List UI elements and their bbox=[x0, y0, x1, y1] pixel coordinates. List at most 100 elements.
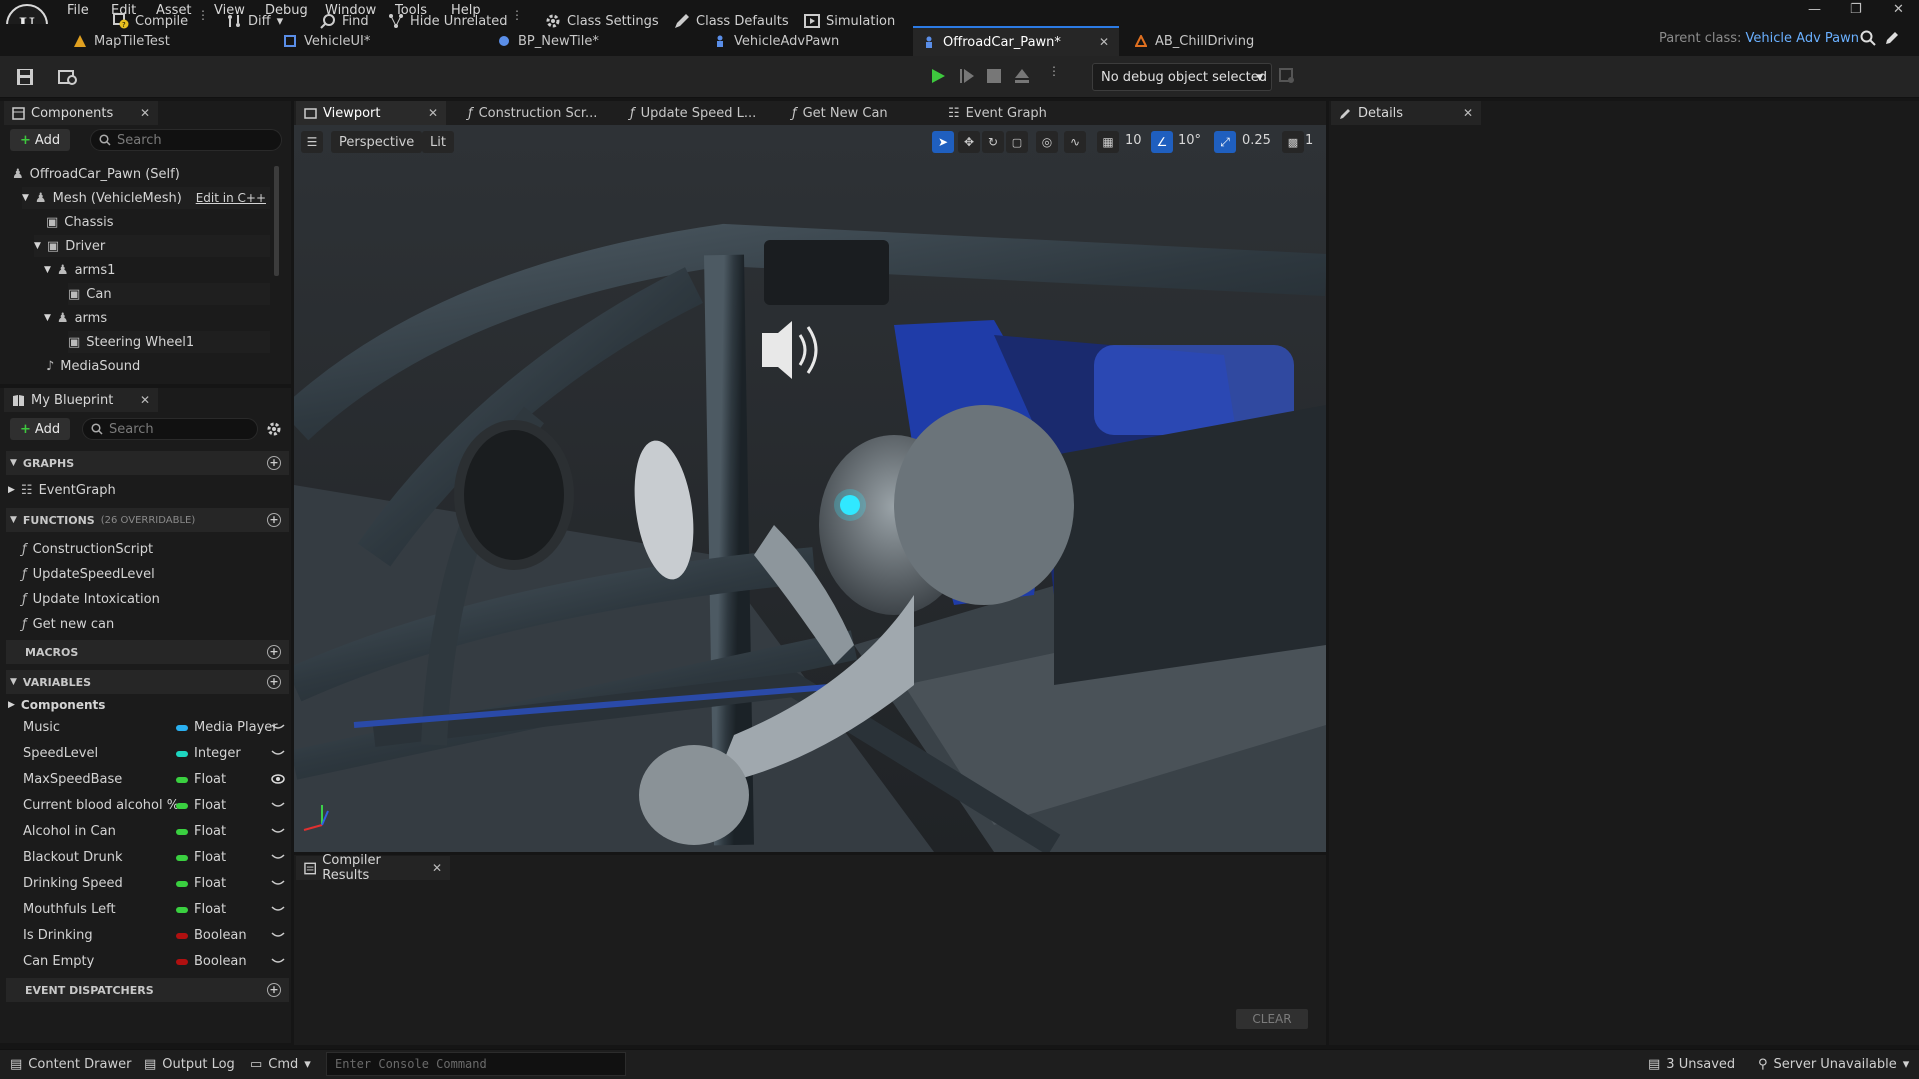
source-control-button[interactable]: ⚲ Server Unavailable ▾ bbox=[1758, 1057, 1909, 1072]
viewport-3d-scene[interactable] bbox=[294, 125, 1326, 852]
close-tab-icon[interactable]: ✕ bbox=[140, 393, 150, 407]
translate-mode-icon[interactable]: ✥ bbox=[958, 131, 980, 153]
simulation-button[interactable]: Simulation bbox=[804, 8, 895, 34]
visibility-eye-closed-icon[interactable] bbox=[271, 722, 285, 732]
surface-snap-icon[interactable]: ∿ bbox=[1064, 131, 1086, 153]
tab-get-new-can[interactable]: ƒ Get New Can bbox=[784, 101, 896, 125]
play-icon[interactable] bbox=[929, 67, 947, 85]
rotation-snap-icon[interactable]: ∠ bbox=[1151, 131, 1173, 153]
tree-item-mesh[interactable]: ▼ ♟ Mesh (VehicleMesh) Edit in C++ bbox=[22, 187, 270, 209]
doc-tab-ab-chilldriving[interactable]: AB_ChillDriving bbox=[1125, 26, 1264, 56]
variable-row[interactable]: Current blood alcohol % Float bbox=[6, 794, 289, 818]
tab-compiler-results[interactable]: Compiler Results ✕ bbox=[296, 853, 450, 883]
tree-item-steering-wheel1[interactable]: ▣ Steering Wheel1 bbox=[68, 331, 270, 353]
variable-row[interactable]: Alcohol in Can Float bbox=[6, 820, 289, 844]
blueprint-search-input[interactable]: Search bbox=[82, 418, 258, 440]
variable-row[interactable]: Blackout Drunk Float bbox=[6, 846, 289, 870]
scale-snap-value[interactable]: 0.25 bbox=[1242, 133, 1271, 148]
add-function-icon[interactable]: + bbox=[267, 513, 281, 527]
visibility-eye-closed-icon[interactable] bbox=[271, 748, 285, 758]
components-search-input[interactable]: Search bbox=[90, 129, 282, 151]
unsaved-button[interactable]: ▤ 3 Unsaved bbox=[1648, 1057, 1735, 1072]
close-tab-icon[interactable]: ✕ bbox=[140, 106, 150, 120]
camera-speed-icon[interactable]: ▩ bbox=[1282, 131, 1304, 153]
visibility-eye-closed-icon[interactable] bbox=[271, 956, 285, 966]
minimize-icon[interactable]: — bbox=[1808, 2, 1821, 17]
variable-type-selector[interactable]: Float bbox=[176, 902, 226, 917]
viewport-menu-icon[interactable]: ☰ bbox=[301, 131, 323, 153]
add-graph-icon[interactable]: + bbox=[267, 456, 281, 470]
components-scrollbar[interactable] bbox=[274, 166, 279, 276]
camera-speed-value[interactable]: 1 bbox=[1305, 133, 1313, 148]
rotate-mode-icon[interactable]: ↻ bbox=[982, 131, 1004, 153]
tree-item-mediasound[interactable]: ♪ MediaSound bbox=[46, 355, 270, 377]
variable-category-components[interactable]: ▶ Components bbox=[8, 694, 105, 716]
scale-snap-icon[interactable]: ⤢ bbox=[1214, 131, 1236, 153]
visibility-eye-closed-icon[interactable] bbox=[271, 852, 285, 862]
eject-icon[interactable] bbox=[1013, 67, 1031, 85]
diff-button[interactable]: Diff ▾ bbox=[226, 8, 283, 34]
grid-snap-value[interactable]: 10 bbox=[1125, 133, 1142, 148]
tree-item-chassis[interactable]: ▣ Chassis bbox=[46, 211, 270, 233]
tree-item-arms[interactable]: ▼ ♟ arms bbox=[44, 307, 270, 329]
visibility-eye-closed-icon[interactable] bbox=[271, 904, 285, 914]
menu-file[interactable]: File bbox=[67, 3, 89, 18]
tree-item-arms1[interactable]: ▼ ♟ arms1 bbox=[44, 259, 270, 281]
doc-tab-offroadcar-pawn[interactable]: OffroadCar_Pawn* ✕ bbox=[913, 26, 1119, 56]
tab-viewport[interactable]: Viewport ✕ bbox=[296, 101, 446, 125]
class-defaults-button[interactable]: Class Defaults bbox=[674, 8, 789, 34]
edit-in-cpp-link[interactable]: Edit in C++ bbox=[196, 191, 266, 205]
tab-my-blueprint[interactable]: My Blueprint ✕ bbox=[4, 388, 158, 412]
scale-mode-icon[interactable]: ▢ bbox=[1006, 131, 1028, 153]
tab-components[interactable]: Components ✕ bbox=[4, 101, 158, 125]
close-tab-icon[interactable]: ✕ bbox=[1099, 35, 1109, 49]
close-tab-icon[interactable]: ✕ bbox=[428, 106, 438, 120]
stop-icon[interactable] bbox=[986, 68, 1002, 84]
variable-type-selector[interactable]: Float bbox=[176, 798, 226, 813]
function-item[interactable]: ƒ ConstructionScript bbox=[22, 538, 153, 560]
edit-pencil-icon[interactable] bbox=[1884, 30, 1900, 46]
tab-construction-script[interactable]: ƒ Construction Scr... bbox=[460, 101, 605, 125]
debug-browse-icon[interactable] bbox=[1279, 68, 1295, 84]
add-macro-icon[interactable]: + bbox=[267, 645, 281, 659]
variable-type-selector[interactable]: Float bbox=[176, 876, 226, 891]
tree-item-driver[interactable]: ▼ ▣ Driver bbox=[34, 235, 270, 257]
variable-type-selector[interactable]: Float bbox=[176, 850, 226, 865]
variable-type-selector[interactable]: Float bbox=[176, 772, 226, 787]
add-variable-icon[interactable]: + bbox=[267, 675, 281, 689]
visibility-eye-closed-icon[interactable] bbox=[271, 826, 285, 836]
save-icon[interactable] bbox=[16, 68, 34, 86]
variable-type-selector[interactable]: Media Player bbox=[176, 720, 278, 735]
tab-details[interactable]: Details ✕ bbox=[1331, 101, 1481, 125]
add-event-dispatcher-icon[interactable]: + bbox=[267, 983, 281, 997]
variable-row[interactable]: Is Drinking Boolean bbox=[6, 924, 289, 948]
variable-type-selector[interactable]: Float bbox=[176, 824, 226, 839]
debug-object-dropdown[interactable]: No debug object selected ▾ bbox=[1092, 63, 1272, 91]
close-window-icon[interactable]: ✕ bbox=[1893, 2, 1904, 17]
clear-button[interactable]: CLEAR bbox=[1236, 1009, 1308, 1029]
find-button[interactable]: Find bbox=[320, 8, 369, 34]
visibility-eye-closed-icon[interactable] bbox=[271, 930, 285, 940]
tab-update-speed-level[interactable]: ƒ Update Speed L... bbox=[622, 101, 764, 125]
rotation-snap-value[interactable]: 10° bbox=[1178, 133, 1201, 148]
add-component-button[interactable]: + Add bbox=[10, 129, 71, 151]
output-log-button[interactable]: ▤ Output Log bbox=[144, 1057, 235, 1072]
variable-row[interactable]: Mouthfuls Left Float bbox=[6, 898, 289, 922]
parent-class-link[interactable]: Vehicle Adv Pawn bbox=[1746, 31, 1859, 46]
section-functions[interactable]: ▼ FUNCTIONS (26 OVERRIDABLE) + bbox=[6, 508, 289, 532]
visibility-eye-closed-icon[interactable] bbox=[271, 800, 285, 810]
section-variables[interactable]: ▼ VARIABLES + bbox=[6, 670, 289, 694]
tab-event-graph[interactable]: ☷ Event Graph bbox=[940, 101, 1055, 125]
visibility-eye-open-icon[interactable] bbox=[271, 774, 285, 784]
grid-snap-icon[interactable]: ▦ bbox=[1097, 131, 1119, 153]
variable-row[interactable]: Can Empty Boolean bbox=[6, 950, 289, 974]
select-mode-icon[interactable]: ➤ bbox=[932, 131, 954, 153]
compile-button[interactable]: ? Compile bbox=[113, 8, 188, 34]
restore-icon[interactable]: ❐ bbox=[1850, 2, 1862, 17]
variable-type-selector[interactable]: Boolean bbox=[176, 928, 247, 943]
hide-unrelated-options-icon[interactable]: ⋮ bbox=[511, 9, 523, 30]
variable-row[interactable]: SpeedLevel Integer bbox=[6, 742, 289, 766]
lit-button[interactable]: Lit bbox=[422, 131, 454, 153]
class-settings-button[interactable]: Class Settings bbox=[545, 8, 659, 34]
browse-icon[interactable] bbox=[58, 68, 78, 86]
